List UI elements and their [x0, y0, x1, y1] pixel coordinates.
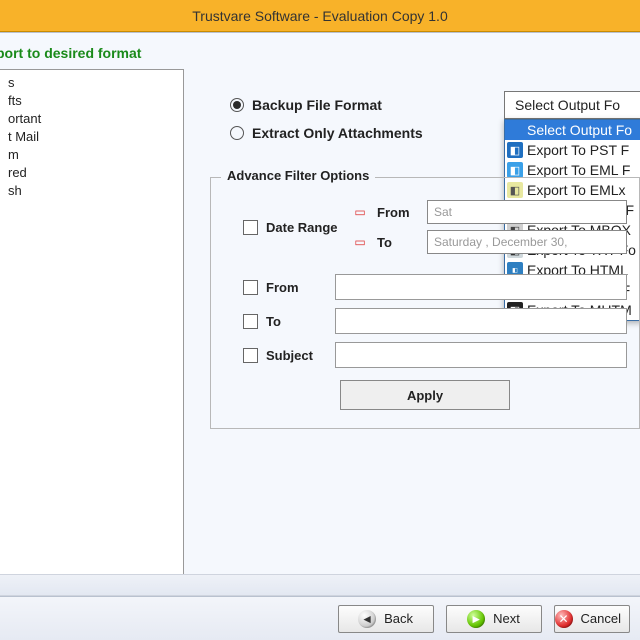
from-date-input[interactable]: Sat	[427, 200, 627, 224]
date-range-label: Date Range	[266, 220, 338, 235]
checkbox-subject[interactable]	[243, 348, 258, 363]
eml-icon: ◧	[507, 162, 523, 178]
radio-extract-label: Extract Only Attachments	[252, 125, 423, 141]
from-filter-row: From	[223, 274, 627, 300]
radio-backup[interactable]	[230, 98, 244, 112]
window-body: port to desired format s fts ortant t Ma…	[0, 32, 640, 640]
cancel-x-icon: ✕	[555, 610, 573, 628]
checkbox-to[interactable]	[243, 314, 258, 329]
dropdown-item-label: Export To EML F	[527, 162, 630, 178]
folder-tree[interactable]: s fts ortant t Mail m red sh	[0, 69, 184, 578]
dropdown-item[interactable]: Select Output Fo	[505, 120, 640, 140]
subject-field-label: Subject	[266, 348, 313, 363]
pst-icon: ◧	[507, 142, 523, 158]
next-arrow-icon: ►	[467, 610, 485, 628]
subject-text-input[interactable]	[335, 342, 627, 368]
title-bar: Trustvare Software - Evaluation Copy 1.0	[0, 0, 640, 32]
radio-extract[interactable]	[230, 126, 244, 140]
from-field-label: From	[266, 280, 299, 295]
output-format-button[interactable]: Select Output Fo	[504, 91, 640, 119]
dropdown-item[interactable]: ◧Export To PST F	[505, 140, 640, 160]
checkbox-from[interactable]	[243, 280, 258, 295]
from-text-input[interactable]	[335, 274, 627, 300]
dropdown-item-label: Select Output Fo	[527, 122, 632, 138]
app-window: Trustvare Software - Evaluation Copy 1.0…	[0, 0, 640, 640]
section-heading: port to desired format	[0, 41, 640, 69]
window-title: Trustvare Software - Evaluation Copy 1.0	[192, 8, 448, 24]
tree-item[interactable]: red	[2, 164, 181, 182]
main-panel: Backup File Format Extract Only Attachme…	[202, 69, 640, 578]
tree-item[interactable]: m	[2, 146, 181, 164]
tree-item[interactable]: ortant	[2, 110, 181, 128]
cancel-button[interactable]: ✕ Cancel	[554, 605, 630, 633]
to-field-label: To	[266, 314, 281, 329]
group-title: Advance Filter Options	[221, 168, 375, 183]
checkbox-date-range[interactable]	[243, 220, 258, 235]
back-arrow-icon: ◄	[358, 610, 376, 628]
content-area: s fts ortant t Mail m red sh Backup File…	[0, 69, 640, 578]
date-range-row: Date Range ▭ From Sat ▭	[223, 200, 627, 254]
next-button[interactable]: ► Next	[446, 605, 542, 633]
to-text-input[interactable]	[335, 308, 627, 334]
dropdown-item-label: Export To PST F	[527, 142, 629, 158]
footer-nav: ◄ Back ► Next ✕ Cancel	[0, 596, 640, 640]
from-label: From	[377, 205, 417, 220]
back-button[interactable]: ◄ Back	[338, 605, 434, 633]
tree-item[interactable]: t Mail	[2, 128, 181, 146]
tree-item[interactable]: fts	[2, 92, 181, 110]
blank-icon	[507, 122, 523, 138]
tree-item[interactable]: sh	[2, 182, 181, 200]
tree-item[interactable]: s	[2, 74, 181, 92]
advance-filter-group: Advance Filter Options Date Range ▭ From	[210, 177, 640, 429]
to-filter-row: To	[223, 308, 627, 334]
to-date-input[interactable]: Saturday , December 30,	[427, 230, 627, 254]
radio-backup-label: Backup File Format	[252, 97, 382, 113]
to-label: To	[377, 235, 417, 250]
apply-button[interactable]: Apply	[340, 380, 510, 410]
separator-strip	[0, 574, 640, 596]
calendar-from-icon: ▭	[353, 205, 367, 219]
calendar-to-icon: ▭	[353, 235, 367, 249]
output-format-label: Select Output Fo	[515, 97, 620, 113]
subject-filter-row: Subject	[223, 342, 627, 368]
